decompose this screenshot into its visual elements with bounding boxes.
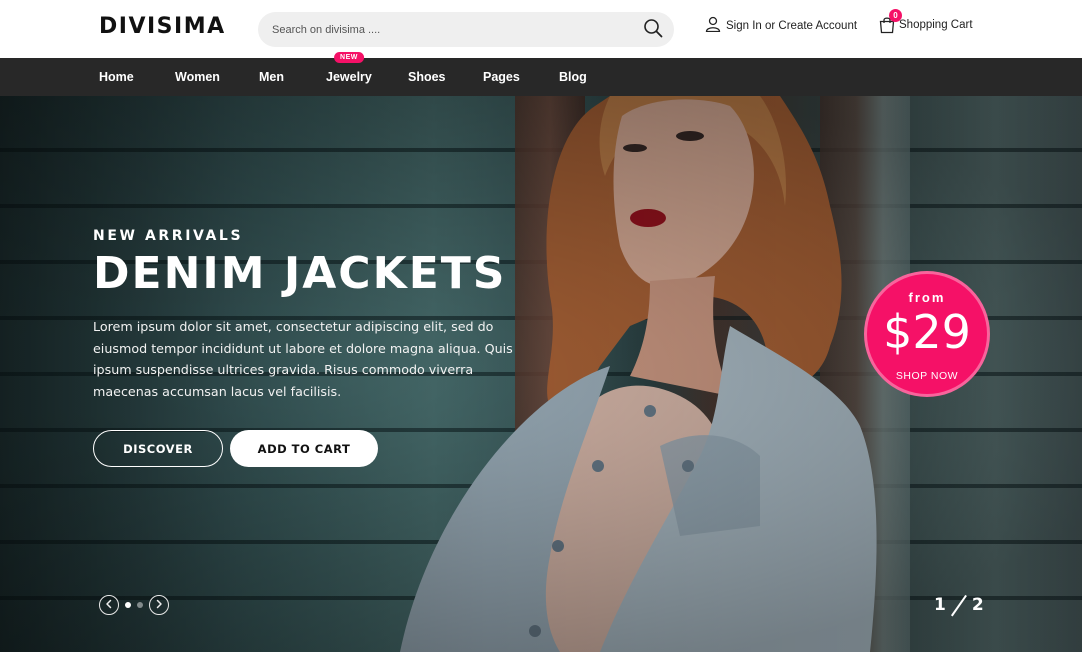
slide-counter: 1 2 (934, 593, 984, 617)
add-to-cart-label: ADD TO CART (257, 441, 351, 456)
slash-divider (950, 593, 968, 617)
slide-dot-1[interactable] (125, 602, 131, 608)
nav-item-home[interactable]: Home (99, 58, 134, 96)
new-badge: NEW (334, 52, 364, 63)
nav-label: Shoes (408, 70, 446, 84)
slide-dot-2[interactable] (137, 602, 143, 608)
logo-text: DIVISIMA (99, 14, 226, 39)
nav-item-jewelry[interactable]: NEW Jewelry (326, 52, 372, 96)
chevron-right-icon (154, 596, 164, 614)
nav-item-shoes[interactable]: Shoes (408, 58, 446, 96)
next-slide-button[interactable] (149, 595, 169, 615)
shopping-bag-icon (878, 17, 896, 37)
hero-eyebrow: NEW ARRIVALS (93, 228, 244, 244)
cart-count-badge: 0 (889, 9, 902, 22)
search-input[interactable] (272, 12, 632, 47)
price-promo-badge[interactable]: from $29 SHOP NOW (864, 271, 990, 397)
hero-slider: NEW ARRIVALS DENIM JACKETS Lorem ipsum d… (0, 96, 1082, 652)
slide-current: 1 (934, 595, 946, 615)
nav-item-pages[interactable]: Pages (483, 58, 520, 96)
user-icon (705, 16, 721, 35)
cart-icon-wrapper: 0 (878, 9, 902, 37)
add-to-cart-button[interactable]: ADD TO CART (230, 430, 378, 467)
nav-label: Jewelry (326, 70, 372, 84)
search-bar (258, 12, 674, 47)
nav-label: Women (175, 70, 220, 84)
logo[interactable]: DIVISIMA (99, 14, 226, 39)
nav-item-women[interactable]: Women (175, 58, 220, 96)
hero-description: Lorem ipsum dolor sit amet, consectetur … (93, 319, 513, 399)
account-label: Sign In or Create Account (726, 19, 858, 32)
main-nav: Home Women Men NEW Jewelry Shoes Pages B… (0, 52, 1082, 96)
account-link[interactable]: Sign In or Create Account (705, 16, 857, 35)
discover-label: DISCOVER (123, 441, 193, 456)
promo-from-label: from (908, 290, 946, 305)
nav-label: Men (259, 70, 284, 84)
shopping-cart-link[interactable]: 0 Shopping Cart (878, 9, 973, 37)
slider-controls (99, 595, 169, 615)
nav-label: Pages (483, 70, 520, 84)
search-icon (643, 18, 663, 43)
promo-shop-now: SHOP NOW (895, 370, 959, 382)
chevron-left-icon (104, 596, 114, 614)
nav-item-men[interactable]: Men (259, 58, 284, 96)
prev-slide-button[interactable] (99, 595, 119, 615)
slide-total: 2 (971, 595, 984, 615)
cart-label: Shopping Cart (899, 19, 973, 31)
nav-label: Home (99, 70, 134, 84)
site-header: DIVISIMA Sign In or Create Account 0 Sho… (0, 0, 1082, 58)
search-button[interactable] (640, 17, 666, 43)
discover-button[interactable]: DISCOVER (93, 430, 223, 467)
hero-headline: DENIM JACKETS (93, 248, 507, 299)
nav-label: Blog (559, 70, 587, 84)
promo-price: $29 (883, 305, 971, 359)
nav-item-blog[interactable]: Blog (559, 58, 587, 96)
